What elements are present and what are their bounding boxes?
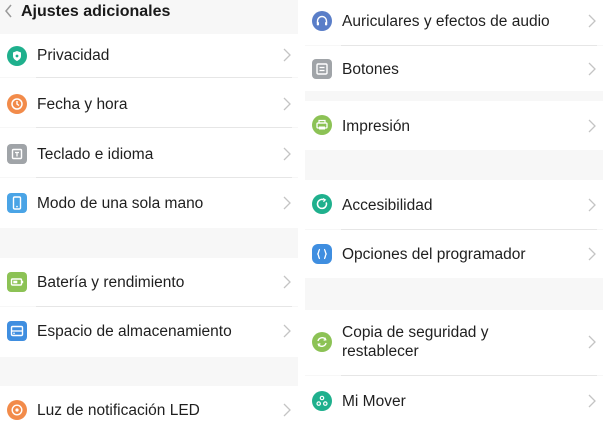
chevron-right-icon: [283, 324, 291, 338]
settings-item-keyboard-language[interactable]: Teclado e idioma: [0, 128, 298, 177]
chevron-right-icon: [588, 198, 596, 212]
chevron-right-icon: [283, 275, 291, 289]
buttons-icon: [312, 59, 332, 79]
chevron-right-icon: [588, 62, 596, 76]
chevron-right-icon: [283, 48, 291, 62]
chevron-right-icon: [588, 119, 596, 133]
page-title: Ajustes adicionales: [21, 3, 171, 20]
settings-item-label: Espacio de almacenamiento: [37, 323, 232, 340]
settings-item-label: Auriculares y efectos de audio: [342, 13, 550, 30]
chevron-right-icon: [588, 14, 596, 28]
settings-item-headphones-audio[interactable]: Auriculares y efectos de audio: [305, 0, 603, 45]
printer-icon: [312, 115, 332, 135]
clock-icon: [7, 94, 27, 114]
settings-item-notification-led[interactable]: Luz de notificación LED: [0, 386, 298, 435]
battery-icon: [7, 272, 27, 292]
code-icon: [312, 244, 332, 264]
settings-item-label: Batería y rendimiento: [37, 274, 185, 291]
section-gap: [305, 150, 603, 180]
right-settings-panel: Auriculares y efectos de audio Botones I…: [305, 0, 603, 435]
chevron-right-icon: [283, 196, 291, 210]
settings-item-printing[interactable]: Impresión: [305, 101, 603, 150]
settings-item-label: Accesibilidad: [342, 197, 433, 214]
settings-item-developer-options[interactable]: Opciones del programador: [305, 230, 603, 278]
settings-item-privacy[interactable]: Privacidad: [0, 34, 298, 77]
left-settings-panel: Ajustes adicionales Privacidad Fecha y h…: [0, 0, 298, 435]
header-bar: Ajustes adicionales: [0, 0, 298, 27]
chevron-right-icon: [588, 394, 596, 408]
settings-item-label: Impresión: [342, 118, 411, 135]
storage-icon: [7, 321, 27, 341]
settings-item-date-time[interactable]: Fecha y hora: [0, 78, 298, 127]
chevron-right-icon: [283, 97, 291, 111]
led-icon: [7, 400, 27, 420]
settings-item-label: Fecha y hora: [37, 96, 128, 113]
section-gap: [0, 228, 298, 258]
settings-item-storage[interactable]: Espacio de almacenamiento: [0, 307, 298, 357]
chevron-right-icon: [588, 247, 596, 261]
chevron-right-icon: [283, 147, 291, 161]
settings-item-label: Privacidad: [37, 47, 110, 64]
settings-item-one-hand-mode[interactable]: Modo de una sola mano: [0, 178, 298, 228]
settings-item-accessibility[interactable]: Accesibilidad: [305, 180, 603, 229]
settings-item-label: Modo de una sola mano: [37, 195, 204, 212]
chevron-right-icon: [588, 335, 596, 349]
section-gap: [305, 278, 603, 310]
back-arrow-icon[interactable]: [3, 3, 15, 19]
backup-icon: [312, 332, 332, 352]
settings-item-label: Botones: [342, 61, 399, 78]
accessibility-icon: [312, 194, 332, 214]
settings-item-battery-performance[interactable]: Batería y rendimiento: [0, 258, 298, 306]
settings-item-mi-mover[interactable]: Mi Mover: [305, 376, 603, 435]
settings-item-label-line2: restablecer: [342, 343, 419, 360]
settings-item-label: Opciones del programador: [342, 246, 526, 263]
settings-item-label: Mi Mover: [342, 393, 406, 410]
headphones-icon: [312, 11, 332, 31]
settings-item-backup-restore[interactable]: Copia de seguridad y restablecer: [305, 310, 603, 375]
section-gap: [305, 91, 603, 101]
settings-item-buttons[interactable]: Botones: [305, 46, 603, 91]
mi-mover-icon: [312, 391, 332, 411]
settings-item-label-line1: Copia de seguridad y: [342, 324, 489, 341]
section-gap: [0, 357, 298, 386]
settings-item-label: Luz de notificación LED: [37, 402, 200, 419]
phone-icon: [7, 193, 27, 213]
settings-item-label: Teclado e idioma: [37, 146, 154, 163]
keyboard-icon: [7, 144, 27, 164]
chevron-right-icon: [283, 403, 291, 417]
shield-icon: [7, 46, 27, 66]
